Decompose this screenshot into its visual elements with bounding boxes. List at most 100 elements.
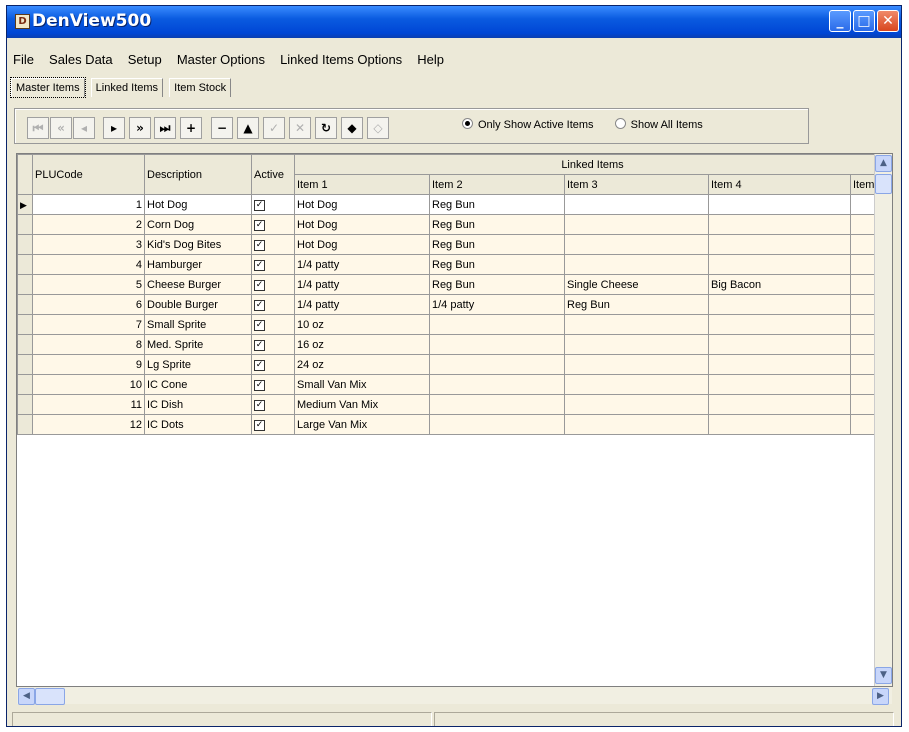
insert-button[interactable]: +	[180, 117, 202, 139]
cell-item1[interactable]: 1/4 patty	[294, 274, 430, 295]
cell-item1[interactable]: Large Van Mix	[294, 414, 430, 435]
cell-active[interactable]: ✓	[251, 274, 295, 295]
active-checkbox-icon[interactable]: ✓	[254, 380, 265, 391]
menu-help[interactable]: Help	[411, 50, 448, 70]
cell-active[interactable]: ✓	[251, 314, 295, 335]
scroll-right-arrow-icon[interactable]: ▶	[872, 688, 889, 705]
cell-item3[interactable]	[564, 334, 709, 355]
row-indicator[interactable]	[17, 414, 33, 435]
menu-file[interactable]: File	[7, 50, 38, 70]
apply-filter-button[interactable]: ◆	[341, 117, 363, 139]
cell-active[interactable]: ✓	[251, 414, 295, 435]
cell-item2[interactable]	[429, 414, 565, 435]
cell-item1[interactable]: Medium Van Mix	[294, 394, 430, 415]
delete-button[interactable]: −	[211, 117, 233, 139]
cell-plucode[interactable]: 9	[32, 354, 145, 375]
row-indicator[interactable]: ▶	[17, 194, 33, 215]
cell-item2[interactable]: Reg Bun	[429, 234, 565, 255]
cell-active[interactable]: ✓	[251, 354, 295, 375]
cell-item1[interactable]: Hot Dog	[294, 214, 430, 235]
cell-item3[interactable]: Reg Bun	[564, 294, 709, 315]
cell-item3[interactable]	[564, 194, 709, 215]
cell-description[interactable]: Lg Sprite	[144, 354, 252, 375]
cell-plucode[interactable]: 10	[32, 374, 145, 395]
cell-plucode[interactable]: 7	[32, 314, 145, 335]
cell-item3[interactable]	[564, 214, 709, 235]
cell-active[interactable]: ✓	[251, 254, 295, 275]
cell-item3[interactable]	[564, 394, 709, 415]
cell-item3[interactable]	[564, 234, 709, 255]
cell-item1[interactable]: 1/4 patty	[294, 254, 430, 275]
table-row[interactable]: 11 IC Dish ✓ Medium Van Mix	[17, 394, 891, 415]
cell-item2[interactable]	[429, 314, 565, 335]
hscroll-thumb[interactable]	[35, 688, 65, 705]
edit-button[interactable]: ▲	[237, 117, 259, 139]
cell-plucode[interactable]: 6	[32, 294, 145, 315]
row-indicator[interactable]	[17, 394, 33, 415]
col-header-item1[interactable]: Item 1	[294, 174, 430, 195]
active-checkbox-icon[interactable]: ✓	[254, 360, 265, 371]
vertical-scrollbar[interactable]: ▲ ▼	[874, 154, 892, 686]
row-indicator[interactable]	[17, 354, 33, 375]
title-bar[interactable]: D DenView500 _ □ ✕	[7, 6, 901, 38]
cell-description[interactable]: IC Cone	[144, 374, 252, 395]
row-indicator[interactable]	[17, 234, 33, 255]
cell-item1[interactable]: 16 oz	[294, 334, 430, 355]
cell-item3[interactable]	[564, 374, 709, 395]
scroll-thumb[interactable]	[875, 174, 892, 194]
table-row[interactable]: 8 Med. Sprite ✓ 16 oz	[17, 334, 891, 355]
minimize-button[interactable]: _	[829, 10, 851, 32]
active-checkbox-icon[interactable]: ✓	[254, 300, 265, 311]
cell-plucode[interactable]: 12	[32, 414, 145, 435]
cell-item2[interactable]: Reg Bun	[429, 214, 565, 235]
row-indicator[interactable]	[17, 314, 33, 335]
cell-description[interactable]: Small Sprite	[144, 314, 252, 335]
active-checkbox-icon[interactable]: ✓	[254, 260, 265, 271]
cell-active[interactable]: ✓	[251, 214, 295, 235]
col-header-plucode[interactable]: PLUCode	[32, 154, 145, 195]
tab-item-stock[interactable]: Item Stock	[169, 78, 232, 97]
radio-only-active[interactable]: Only Show Active Items	[462, 118, 594, 131]
tab-linked-items[interactable]: Linked Items	[90, 78, 164, 97]
cell-item1[interactable]: 10 oz	[294, 314, 430, 335]
table-row[interactable]: 7 Small Sprite ✓ 10 oz	[17, 314, 891, 335]
prior-page-button[interactable]: «	[50, 117, 72, 139]
cell-description[interactable]: IC Dish	[144, 394, 252, 415]
refresh-button[interactable]: ↻	[315, 117, 337, 139]
cell-item4[interactable]	[708, 374, 851, 395]
maximize-button[interactable]: □	[853, 10, 875, 32]
row-indicator[interactable]	[17, 214, 33, 235]
tab-master-items[interactable]: Master Items	[10, 77, 86, 98]
cell-item3[interactable]	[564, 314, 709, 335]
post-button[interactable]: ✓	[263, 117, 285, 139]
gets-button[interactable]: ◇	[367, 117, 389, 139]
cell-item3[interactable]: Single Cheese	[564, 274, 709, 295]
row-indicator[interactable]	[17, 334, 33, 355]
table-row[interactable]: 3 Kid's Dog Bites ✓ Hot Dog Reg Bun	[17, 234, 891, 255]
cell-active[interactable]: ✓	[251, 294, 295, 315]
row-indicator[interactable]	[17, 374, 33, 395]
close-button[interactable]: ✕	[877, 10, 899, 32]
table-row[interactable]: 9 Lg Sprite ✓ 24 oz	[17, 354, 891, 375]
active-checkbox-icon[interactable]: ✓	[254, 200, 265, 211]
active-checkbox-icon[interactable]: ✓	[254, 320, 265, 331]
cell-item4[interactable]	[708, 254, 851, 275]
table-row[interactable]: 4 Hamburger ✓ 1/4 patty Reg Bun	[17, 254, 891, 275]
col-header-active[interactable]: Active	[251, 154, 295, 195]
table-row[interactable]: 12 IC Dots ✓ Large Van Mix	[17, 414, 891, 435]
table-row[interactable]: 6 Double Burger ✓ 1/4 patty 1/4 patty Reg Bun	[17, 294, 891, 315]
radio-show-all[interactable]: Show All Items	[614, 118, 703, 131]
cell-active[interactable]: ✓	[251, 234, 295, 255]
cell-item1[interactable]: 1/4 patty	[294, 294, 430, 315]
cell-item2[interactable]	[429, 394, 565, 415]
cell-item4[interactable]	[708, 294, 851, 315]
scroll-down-arrow-icon[interactable]: ▼	[875, 667, 892, 684]
cell-item4[interactable]	[708, 194, 851, 215]
cell-description[interactable]: Kid's Dog Bites	[144, 234, 252, 255]
first-record-button[interactable]: ⏮	[27, 117, 49, 139]
last-record-button[interactable]: ⏭	[154, 117, 176, 139]
cell-item1[interactable]: Hot Dog	[294, 234, 430, 255]
cell-item2[interactable]	[429, 334, 565, 355]
cell-active[interactable]: ✓	[251, 194, 295, 215]
cell-plucode[interactable]: 11	[32, 394, 145, 415]
